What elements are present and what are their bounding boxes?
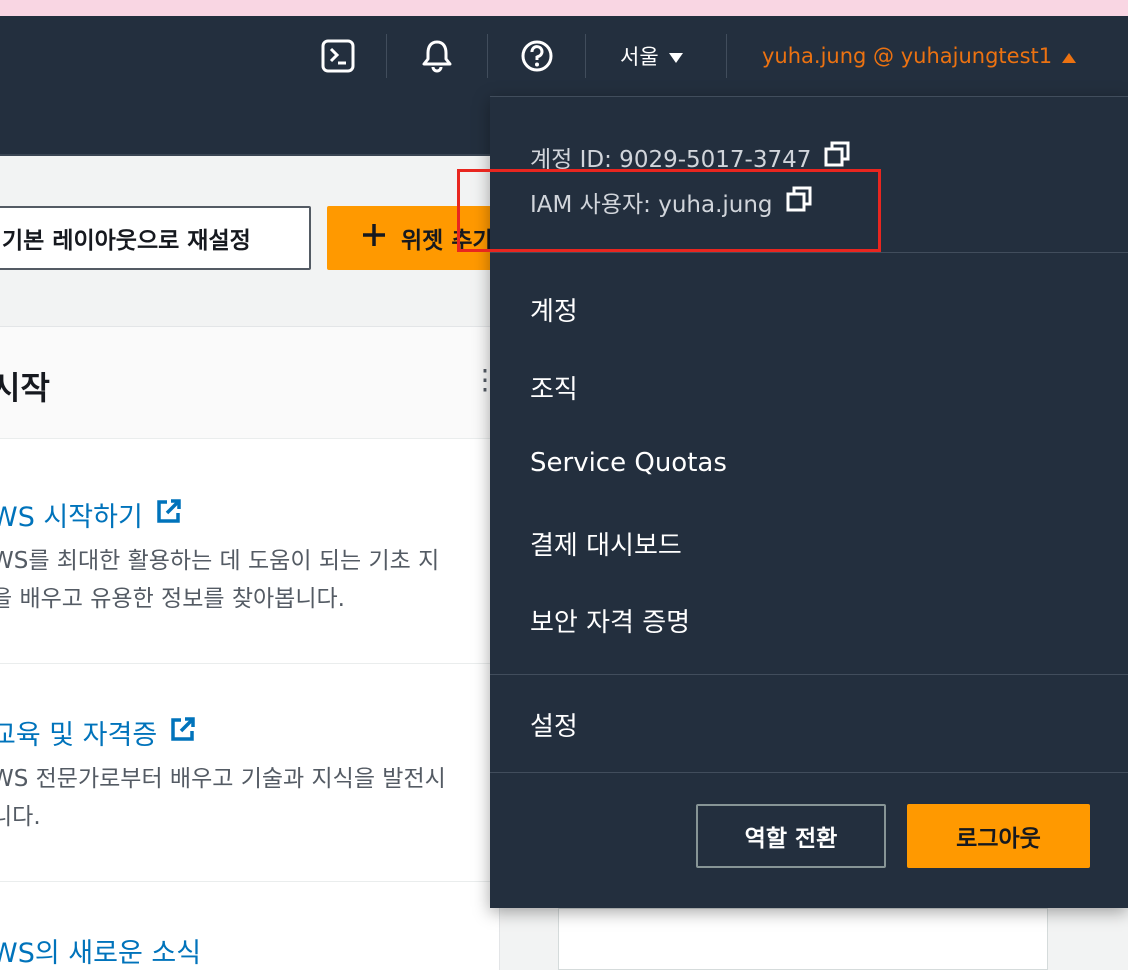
region-label: 서울 — [620, 45, 659, 69]
item-link-label: WS 시작하기 — [0, 502, 143, 533]
widget-header: 시작 ⋮ — [0, 327, 499, 439]
nav-divider — [487, 34, 488, 78]
menu-item-security-credentials[interactable]: 보안 자격 증명 — [530, 602, 690, 639]
reset-layout-label: 기본 레이아웃으로 재설정 — [2, 228, 251, 254]
plus-icon — [361, 222, 387, 254]
region-selector[interactable]: 서울 — [620, 40, 683, 72]
training-link[interactable]: 교육 및 자격증 — [0, 713, 531, 752]
getting-started-widget: 시작 ⋮ WS 시작하기 WS를 최대한 활용하는 데 도움이 되는 기초 지 … — [0, 326, 500, 970]
menu-item-settings[interactable]: 설정 — [530, 706, 578, 743]
menu-item-billing-dashboard[interactable]: 결제 대시보드 — [530, 525, 682, 562]
divider — [0, 881, 491, 882]
switch-role-label: 역할 전환 — [744, 826, 838, 852]
divider — [490, 96, 1128, 97]
item-link-label: WS의 새로운 소식 — [0, 938, 202, 969]
divider — [490, 252, 1128, 253]
external-link-icon — [169, 715, 197, 750]
account-label: yuha.jung @ yuhajungtest1 — [762, 44, 1053, 68]
item-description: WS를 최대한 활용하는 데 도움이 되는 기초 지 을 배우고 유용한 정보를… — [0, 542, 531, 618]
list-item: 교육 및 자격증 WS 전문가로부터 배우고 기술과 지식을 발전시 니다. — [0, 713, 531, 836]
divider — [490, 772, 1128, 773]
caret-up-icon — [1062, 44, 1077, 68]
switch-role-button[interactable]: 역할 전환 — [696, 804, 886, 868]
browser-top-strip — [0, 0, 1128, 16]
background-widget — [558, 908, 1048, 970]
item-description-line: WS 전문가로부터 배우고 기술과 지식을 발전시 — [0, 766, 446, 792]
item-description: WS 전문가로부터 배우고 기술과 지식을 발전시 니다. — [0, 760, 531, 836]
nav-divider — [386, 34, 387, 78]
logout-button[interactable]: 로그아웃 — [907, 804, 1090, 868]
help-icon[interactable] — [513, 32, 561, 80]
menu-item-organizations[interactable]: 조직 — [530, 369, 578, 406]
bell-icon[interactable] — [413, 32, 461, 80]
item-description-line: 니다. — [0, 804, 41, 830]
nav-divider — [726, 34, 727, 78]
reset-layout-button[interactable]: 기본 레이아웃으로 재설정 — [0, 206, 311, 270]
divider — [490, 674, 1128, 675]
nav-divider — [585, 34, 586, 78]
getting-started-link[interactable]: WS 시작하기 — [0, 495, 531, 534]
list-item: WS 시작하기 WS를 최대한 활용하는 데 도움이 되는 기초 지 을 배우고… — [0, 495, 531, 618]
item-link-label: 교육 및 자격증 — [0, 720, 158, 751]
list-item: WS의 새로운 소식 — [0, 931, 531, 970]
menu-item-service-quotas[interactable]: Service Quotas — [530, 448, 727, 478]
logout-label: 로그아웃 — [956, 826, 1041, 852]
menu-item-account[interactable]: 계정 — [530, 291, 578, 328]
account-menu-button[interactable]: yuha.jung @ yuhajungtest1 — [762, 40, 1077, 72]
cloudshell-icon[interactable] — [314, 32, 362, 80]
caret-down-icon — [668, 44, 683, 68]
widget-title: 시작 — [0, 369, 50, 407]
highlight-box — [457, 169, 881, 252]
item-description-line: 을 배우고 유용한 정보를 찾아봅니다. — [0, 586, 345, 612]
external-link-icon — [155, 497, 183, 532]
item-description-line: WS를 최대한 활용하는 데 도움이 되는 기초 지 — [0, 548, 440, 574]
whats-new-link[interactable]: WS의 새로운 소식 — [0, 931, 531, 970]
divider — [0, 663, 491, 664]
top-navigation-bar: 서울 yuha.jung @ yuhajungtest1 — [0, 16, 1128, 96]
